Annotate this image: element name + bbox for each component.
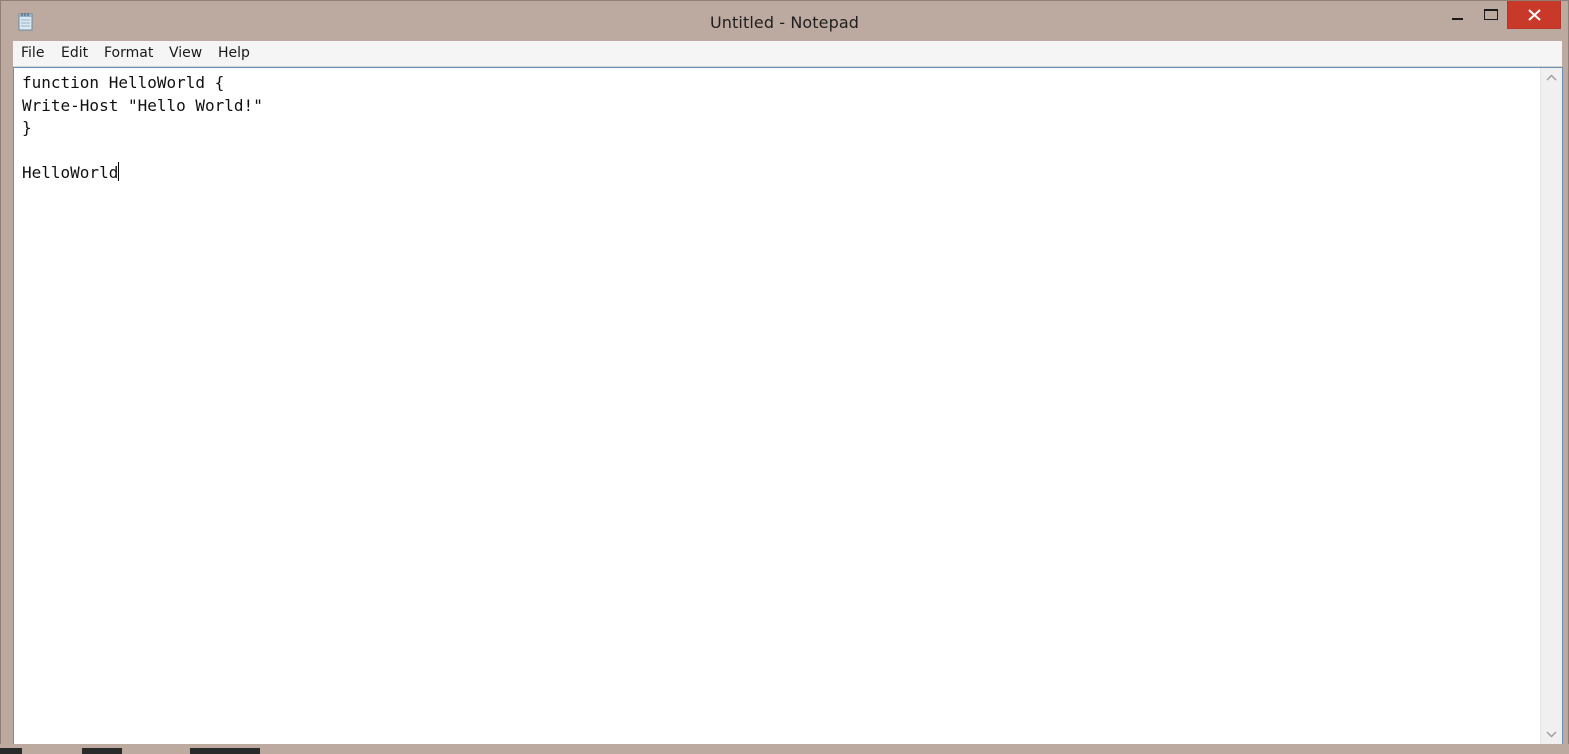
background-strip [190, 748, 260, 754]
maximize-icon [1484, 9, 1498, 20]
text-editor[interactable]: function HelloWorld { Write-Host "Hello W… [13, 67, 1563, 745]
menu-help[interactable]: Help [218, 41, 250, 66]
maximize-button[interactable] [1474, 1, 1504, 29]
window-title: Untitled - Notepad [709, 13, 860, 32]
menu-edit[interactable]: Edit [61, 41, 88, 66]
minimize-button[interactable] [1442, 1, 1472, 29]
menu-view[interactable]: View [169, 41, 202, 66]
text-caret [118, 162, 120, 181]
editor-line: } [22, 118, 32, 137]
title-bar[interactable]: Untitled - Notepad [1, 1, 1568, 41]
scroll-down-button[interactable] [1541, 724, 1562, 744]
close-button[interactable] [1507, 1, 1561, 29]
background-strip [0, 748, 22, 754]
minimize-icon [1452, 18, 1463, 20]
editor-line: function HelloWorld { [22, 73, 225, 92]
menu-file[interactable]: File [21, 41, 44, 66]
scroll-down-arrow-icon [1546, 731, 1557, 738]
close-icon [1528, 9, 1541, 21]
menu-format[interactable]: Format [104, 41, 153, 66]
notepad-window: Untitled - Notepad File Edit Format View… [0, 0, 1569, 754]
background-strip [82, 748, 122, 754]
editor-line: Write-Host "Hello World!" [22, 95, 263, 115]
editor-line-text: HelloWorld [22, 163, 119, 182]
editor-line: ​ [22, 140, 1536, 163]
scroll-up-arrow-icon [1546, 74, 1557, 81]
scroll-up-button[interactable] [1541, 68, 1562, 88]
menu-bar: File Edit Format View Help [13, 41, 1562, 67]
editor-line-current: HelloWorld [22, 162, 1536, 185]
editor-text[interactable]: function HelloWorld { Write-Host "Hello W… [22, 72, 1536, 744]
vertical-scrollbar[interactable] [1540, 68, 1562, 744]
